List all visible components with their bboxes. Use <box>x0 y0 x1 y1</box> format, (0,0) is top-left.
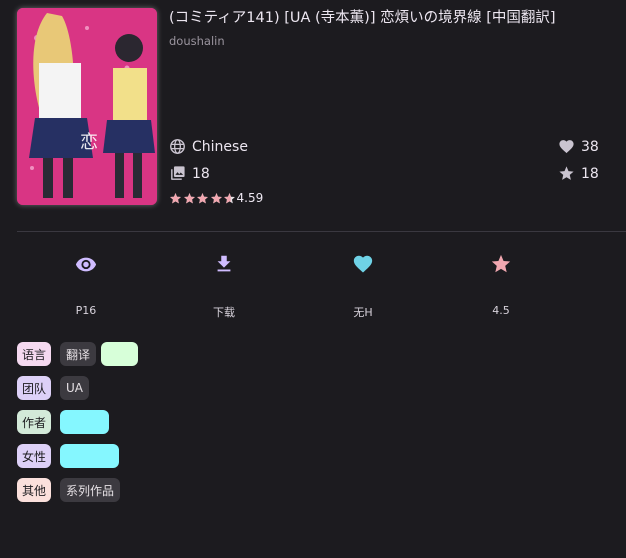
heart-icon <box>351 252 375 276</box>
image-stack-icon <box>169 165 186 182</box>
tag-namespace-artist: 作者 <box>17 410 52 434</box>
rating-star-icon <box>183 192 195 203</box>
language-info: Chinese <box>169 138 248 155</box>
tag-chip-highlighted[interactable] <box>60 410 110 434</box>
download-label: 下载 <box>213 306 235 319</box>
download-button[interactable]: 下载 <box>184 252 264 322</box>
pages-count: 18 <box>192 165 210 182</box>
stars-info: 18 <box>558 165 599 182</box>
star-icon <box>489 252 513 276</box>
tag-namespace-other: 其他 <box>17 478 52 502</box>
tag-chip-highlighted[interactable] <box>101 342 139 366</box>
star-icon <box>558 165 575 182</box>
rate-label: 4.5 <box>492 304 510 317</box>
tag-row-other: 其他 系列作品 <box>17 478 125 502</box>
favorite-button[interactable]: 无H <box>323 252 403 322</box>
rating-star-icon <box>170 192 181 203</box>
gallery-title: (コミティア141) [UA (寺本薫)] 恋煩いの境界線 [中国翻訳] <box>169 10 556 26</box>
tag-row-group: 团队 UA <box>17 376 94 400</box>
read-button[interactable]: P16 <box>46 252 126 322</box>
eye-icon <box>74 252 98 276</box>
read-label: P16 <box>75 304 97 317</box>
tag-row-artist: 作者 <box>17 410 114 434</box>
rating-star-icon <box>210 192 222 203</box>
pages-info: 18 <box>169 165 210 182</box>
rating-value: 4.59 <box>236 191 264 205</box>
cover-image[interactable]: 恋 <box>17 8 157 205</box>
tag-namespace-group: 团队 <box>17 376 52 400</box>
tag-chip[interactable]: 系列作品 <box>60 478 121 502</box>
tag-row-female: 女性 <box>17 444 124 468</box>
svg-text:恋: 恋 <box>80 131 98 153</box>
favorites-count: 38 <box>581 138 599 155</box>
language-text: Chinese <box>192 138 248 155</box>
download-icon <box>212 252 236 276</box>
tag-chip-highlighted[interactable] <box>60 444 120 468</box>
uploader-name[interactable]: doushalin <box>169 34 225 48</box>
tag-row-language: 语言 翻译 <box>17 342 143 366</box>
tag-chip[interactable]: 翻译 <box>60 342 97 366</box>
tag-namespace-female: 女性 <box>17 444 52 468</box>
heart-icon <box>558 138 575 155</box>
favorite-label: 无H <box>353 306 373 319</box>
rate-button[interactable]: 4.5 <box>461 252 541 322</box>
rating-star-icon <box>197 192 208 203</box>
stars-count: 18 <box>581 165 599 182</box>
tag-namespace-language: 语言 <box>17 342 52 366</box>
tag-chip[interactable]: UA <box>60 376 90 400</box>
globe-icon <box>169 138 186 155</box>
rating-stars: 4.59 <box>169 191 263 205</box>
favorites-info: 38 <box>558 138 599 155</box>
rating-star-icon <box>224 192 235 203</box>
divider <box>17 231 626 232</box>
